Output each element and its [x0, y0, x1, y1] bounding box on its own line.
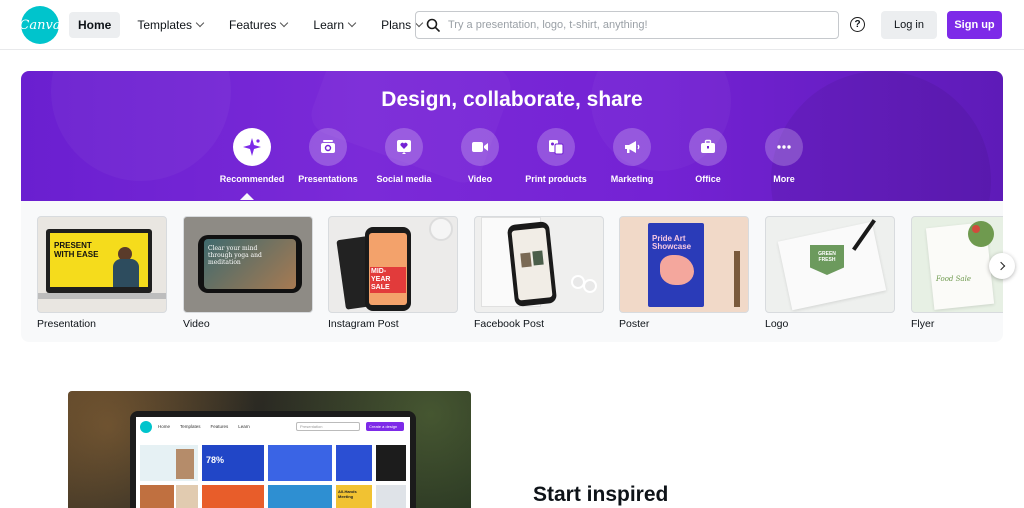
mini-nav-item: Learn: [238, 424, 250, 429]
category-tabs: Recommended Presentations Social media V…: [214, 128, 822, 184]
video-thumb-text: Clear your mind through yoga and meditat…: [208, 245, 262, 266]
instagram-post-thumbnail: MID-YEAR SALE: [328, 216, 458, 313]
category-marketing[interactable]: Marketing: [594, 128, 670, 184]
design-card-logo[interactable]: GREEN FRESH Logo: [765, 216, 895, 330]
nav-home-label: Home: [78, 18, 112, 32]
nav-home[interactable]: Home: [69, 12, 121, 38]
design-card-label: Logo: [765, 318, 789, 330]
sparkle-icon: [233, 128, 271, 166]
hero-title: Design, collaborate, share: [381, 88, 643, 111]
design-types-carousel: PRESENT WITH EASE Presentation Clear you…: [21, 201, 1003, 342]
hero-banner: Design, collaborate, share Recommended P…: [21, 71, 1003, 201]
category-label: Social media: [376, 174, 432, 184]
design-card-flyer[interactable]: Food Sale Flyer: [911, 216, 1003, 330]
main-nav: Home Templates Features Learn Plans: [69, 12, 431, 38]
design-card-label: Instagram Post: [328, 318, 399, 330]
flyer-thumb-text: Food Sale: [936, 275, 971, 283]
poster-thumb-text: Pride Art Showcase: [652, 234, 692, 251]
top-navigation-bar: Canva Home Templates Features Learn Plan…: [0, 0, 1024, 50]
signup-button[interactable]: Sign up: [947, 11, 1002, 39]
design-card-label: Poster: [619, 318, 650, 330]
promo-laptop-image: Home Templates Features Learn Presentati…: [68, 391, 471, 508]
mini-create-button: Create a design: [366, 422, 404, 431]
canva-logo[interactable]: Canva: [19, 6, 61, 44]
category-label: Office: [695, 174, 721, 184]
nav-features[interactable]: Features: [220, 12, 296, 38]
category-label: Marketing: [610, 174, 654, 184]
design-card-instagram-post[interactable]: MID-YEAR SALE Instagram Post: [328, 216, 458, 330]
category-more[interactable]: More: [746, 128, 822, 184]
design-card-presentation[interactable]: PRESENT WITH EASE Presentation: [37, 216, 167, 330]
section-title: Start inspired: [533, 483, 669, 506]
category-recommended[interactable]: Recommended: [214, 128, 290, 184]
logo-text: Canva: [19, 17, 61, 33]
mini-card-text: All-Hands Meeting: [338, 489, 357, 499]
chevron-down-icon: [347, 18, 357, 28]
search-bar[interactable]: [415, 11, 839, 39]
heart-icon: [385, 128, 423, 166]
category-presentations[interactable]: Presentations: [290, 128, 366, 184]
nav-templates-label: Templates: [137, 18, 193, 32]
instagram-post-thumb-text: MID-YEAR SALE: [370, 267, 406, 293]
presentation-thumb-text: PRESENT WITH EASE: [54, 241, 99, 259]
logo-thumb-text: GREEN FRESH: [818, 251, 836, 263]
nav-features-label: Features: [229, 18, 277, 32]
print-icon: [537, 128, 575, 166]
presentation-icon: [309, 128, 347, 166]
facebook-post-thumbnail: [474, 216, 604, 313]
briefcase-icon: [689, 128, 727, 166]
category-label: Video: [467, 174, 493, 184]
nav-learn[interactable]: Learn: [304, 12, 364, 38]
category-video[interactable]: Video: [442, 128, 518, 184]
nav-templates[interactable]: Templates: [128, 12, 212, 38]
carousel-next-button[interactable]: [989, 253, 1015, 279]
category-print-products[interactable]: Print products: [518, 128, 594, 184]
nav-learn-label: Learn: [313, 18, 345, 32]
category-label: Recommended: [219, 174, 285, 184]
more-icon: [765, 128, 803, 166]
category-label: More: [773, 174, 795, 184]
video-icon: [461, 128, 499, 166]
design-card-label: Flyer: [911, 318, 935, 330]
megaphone-icon: [613, 128, 651, 166]
design-card-poster[interactable]: Pride Art Showcase Poster: [619, 216, 749, 330]
category-label: Presentations: [298, 174, 358, 184]
logo-thumbnail: GREEN FRESH: [765, 216, 895, 313]
design-card-label: Video: [183, 318, 210, 330]
chevron-right-icon: [996, 261, 1005, 271]
mini-nav: Home Templates Features Learn: [158, 424, 250, 429]
login-button[interactable]: Log in: [881, 11, 937, 39]
design-card-label: Presentation: [37, 318, 96, 330]
laptop-screen: Home Templates Features Learn Presentati…: [136, 417, 410, 508]
mini-nav-item: Home: [158, 424, 171, 429]
category-label: Print products: [525, 174, 587, 184]
search-icon: [426, 18, 440, 32]
presentation-thumbnail: PRESENT WITH EASE: [37, 216, 167, 313]
search-input[interactable]: [448, 19, 828, 31]
chevron-down-icon: [195, 18, 205, 28]
mini-stat: 78%: [206, 455, 225, 465]
category-social-media[interactable]: Social media: [366, 128, 442, 184]
active-tab-indicator: [240, 193, 254, 200]
mini-nav-item: Features: [210, 424, 229, 429]
nav-plans-label: Plans: [381, 18, 412, 32]
design-card-video[interactable]: Clear your mind through yoga and meditat…: [183, 216, 313, 330]
chevron-down-icon: [280, 18, 289, 28]
video-thumbnail: Clear your mind through yoga and meditat…: [183, 216, 313, 313]
design-card-facebook-post[interactable]: Facebook Post: [474, 216, 604, 330]
design-card-label: Facebook Post: [474, 318, 545, 330]
category-office[interactable]: Office: [670, 128, 746, 184]
poster-thumbnail: Pride Art Showcase: [619, 216, 749, 313]
mini-nav-item: Templates: [180, 424, 201, 429]
help-icon[interactable]: ?: [850, 17, 865, 32]
mini-search: Presentation: [296, 422, 360, 431]
